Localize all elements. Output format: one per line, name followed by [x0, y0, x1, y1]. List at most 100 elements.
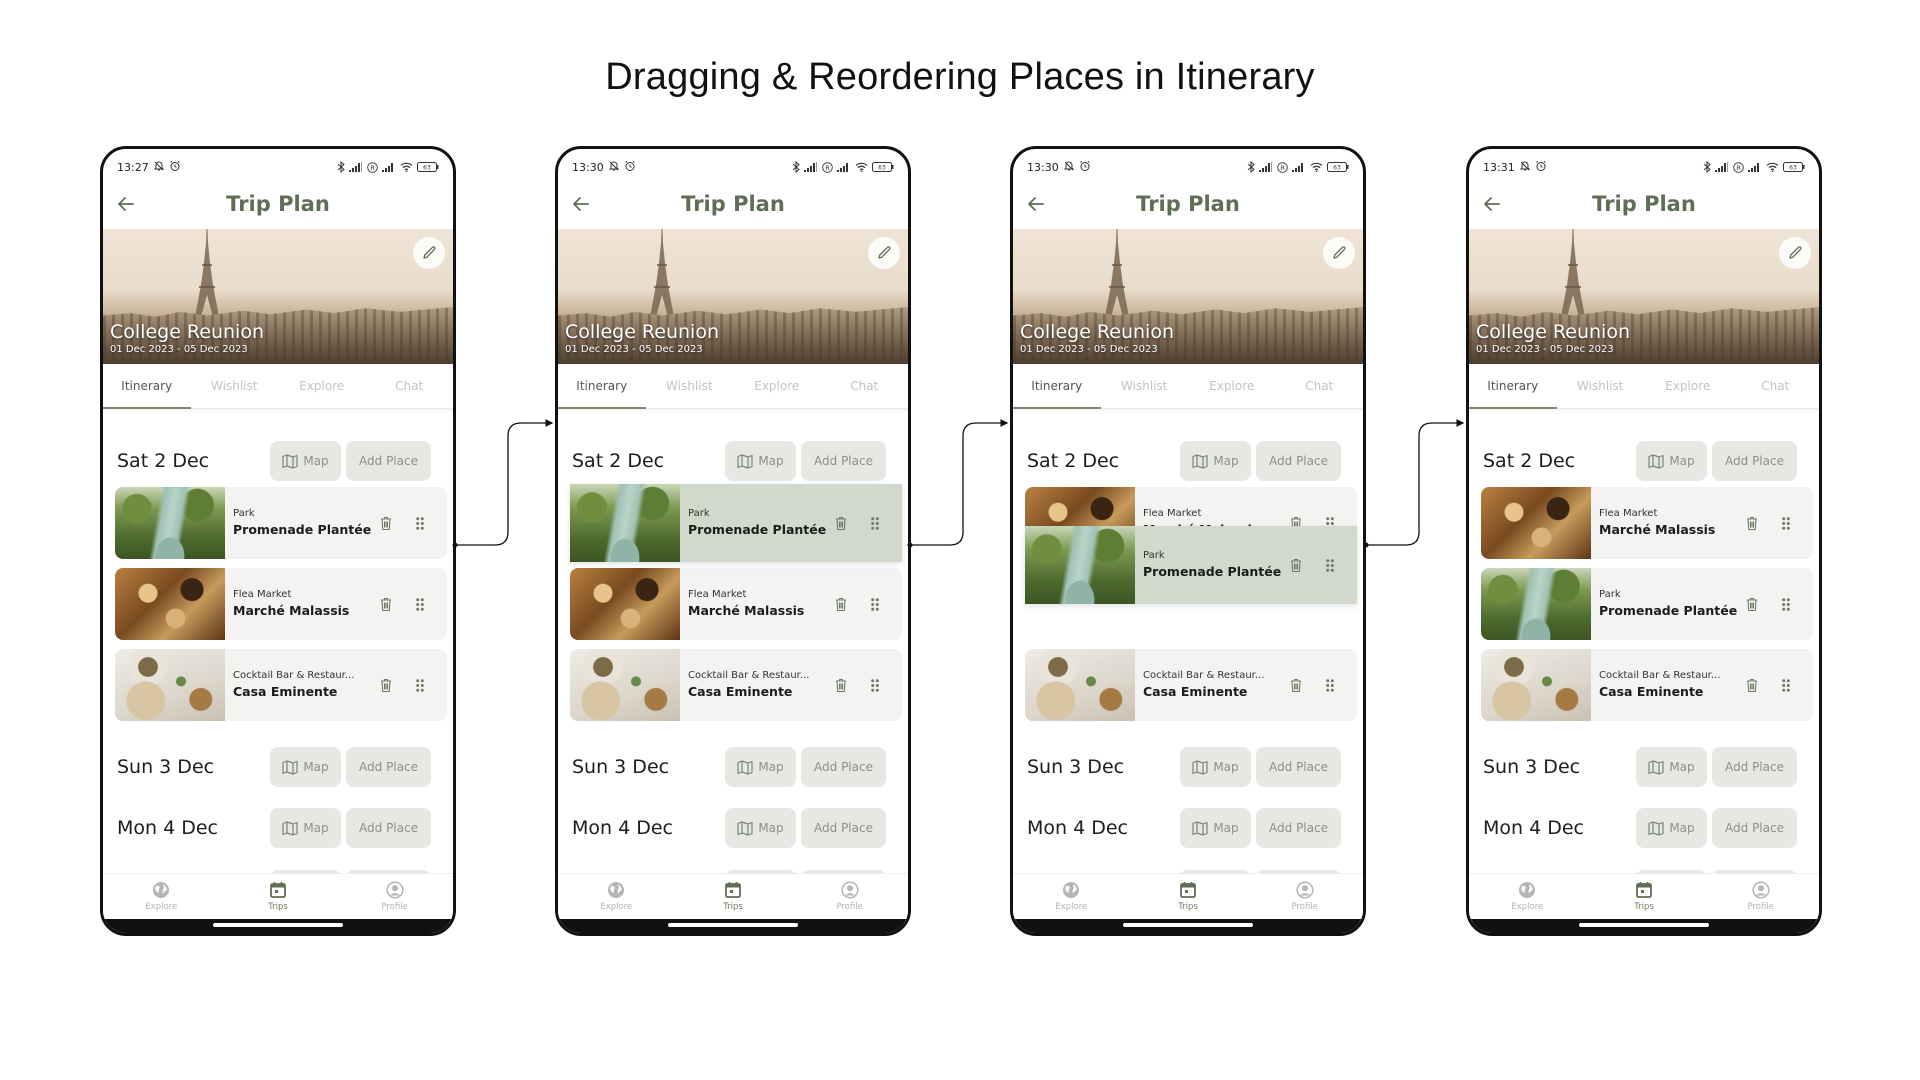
tab-itinerary[interactable]: Itinerary: [1469, 364, 1557, 409]
map-button[interactable]: Map: [725, 808, 796, 848]
tab-wishlist[interactable]: Wishlist: [1557, 364, 1645, 408]
place-card[interactable]: Cocktail Bar & Restaur... Casa Eminente: [570, 649, 902, 721]
add-place-button[interactable]: Add Place: [801, 808, 886, 848]
place-card[interactable]: Park Promenade Plantée: [115, 487, 447, 559]
tab-itinerary[interactable]: Itinerary: [103, 364, 191, 409]
tab-wishlist[interactable]: Wishlist: [646, 364, 734, 408]
nav-profile[interactable]: Profile: [1702, 874, 1819, 919]
delete-place-button[interactable]: [1745, 677, 1759, 693]
drag-handle[interactable]: [413, 596, 427, 612]
edit-trip-button[interactable]: [1323, 237, 1355, 269]
tab-chat[interactable]: Chat: [366, 364, 454, 408]
nav-trips[interactable]: Trips: [1130, 874, 1247, 919]
tab-explore[interactable]: Explore: [1644, 364, 1732, 408]
add-place-button[interactable]: Add Place: [1712, 808, 1797, 848]
map-button[interactable]: Map: [725, 441, 796, 481]
map-button[interactable]: Map: [1180, 441, 1251, 481]
nav-trips[interactable]: Trips: [220, 874, 337, 919]
edit-trip-button[interactable]: [868, 237, 900, 269]
nav-explore[interactable]: Explore: [103, 874, 220, 919]
tab-itinerary[interactable]: Itinerary: [1013, 364, 1101, 409]
trip-dates: 01 Dec 2023 - 05 Dec 2023: [1020, 344, 1158, 355]
delete-place-button[interactable]: [834, 515, 848, 531]
add-place-button[interactable]: Add Place: [346, 441, 431, 481]
place-card[interactable]: Cocktail Bar & Restaur... Casa Eminente: [1481, 649, 1813, 721]
place-card[interactable]: Cocktail Bar & Restaur... Casa Eminente: [115, 649, 447, 721]
map-button[interactable]: Map: [270, 808, 341, 848]
map-button[interactable]: Map: [1180, 747, 1251, 787]
nav-trips[interactable]: Trips: [1586, 874, 1703, 919]
delete-place-button[interactable]: [1289, 677, 1303, 693]
place-card[interactable]: Cocktail Bar & Restaur... Casa Eminente: [1025, 649, 1357, 721]
back-button[interactable]: [1025, 193, 1047, 215]
delete-place-button[interactable]: [1745, 596, 1759, 612]
add-place-button[interactable]: Add Place: [1256, 747, 1341, 787]
drag-handle[interactable]: [413, 515, 427, 531]
drag-handle[interactable]: [868, 515, 882, 531]
tab-itinerary[interactable]: Itinerary: [558, 364, 646, 409]
map-button[interactable]: Map: [725, 747, 796, 787]
add-place-button[interactable]: Add Place: [1256, 808, 1341, 848]
tab-chat[interactable]: Chat: [1732, 364, 1820, 408]
edit-trip-button[interactable]: [413, 237, 445, 269]
map-button[interactable]: Map: [1180, 808, 1251, 848]
bluetooth-icon: [1247, 161, 1255, 173]
place-card[interactable]: Flea Market Marché Malassis: [115, 568, 447, 640]
delete-place-button[interactable]: [379, 677, 393, 693]
add-place-button[interactable]: Add Place: [346, 808, 431, 848]
delete-place-button[interactable]: [379, 515, 393, 531]
add-place-button[interactable]: Add Place: [801, 441, 886, 481]
back-button[interactable]: [1481, 193, 1503, 215]
tab-wishlist[interactable]: Wishlist: [191, 364, 279, 408]
place-category: Cocktail Bar & Restaur...: [688, 670, 810, 681]
place-name: Casa Eminente: [688, 684, 793, 699]
delete-place-button[interactable]: [834, 677, 848, 693]
delete-place-button[interactable]: [834, 596, 848, 612]
tab-explore[interactable]: Explore: [278, 364, 366, 408]
tab-chat[interactable]: Chat: [1276, 364, 1364, 408]
drag-handle[interactable]: [868, 677, 882, 693]
svg-text:63: 63: [1789, 165, 1797, 172]
map-button[interactable]: Map: [1636, 747, 1707, 787]
add-place-button[interactable]: Add Place: [1712, 747, 1797, 787]
roaming-icon: R: [1733, 161, 1744, 173]
delete-place-button[interactable]: [1289, 557, 1303, 573]
delete-place-button[interactable]: [1745, 515, 1759, 531]
drag-handle[interactable]: [1323, 557, 1337, 573]
edit-trip-button[interactable]: [1779, 237, 1811, 269]
nav-trips[interactable]: Trips: [675, 874, 792, 919]
place-card[interactable]: Flea Market Marché Malassis: [570, 568, 902, 640]
tab-chat[interactable]: Chat: [821, 364, 909, 408]
map-button[interactable]: Map: [1636, 808, 1707, 848]
back-button[interactable]: [115, 193, 137, 215]
place-card[interactable]: Park Promenade Plantée: [1481, 568, 1813, 640]
drag-handle[interactable]: [413, 677, 427, 693]
nav-explore[interactable]: Explore: [1013, 874, 1130, 919]
add-place-button[interactable]: Add Place: [346, 747, 431, 787]
nav-profile[interactable]: Profile: [791, 874, 908, 919]
drag-handle[interactable]: [1323, 677, 1337, 693]
nav-explore[interactable]: Explore: [1469, 874, 1586, 919]
nav-explore[interactable]: Explore: [558, 874, 675, 919]
place-card[interactable]: Flea Market Marché Malassis: [1481, 487, 1813, 559]
add-place-button[interactable]: Add Place: [801, 747, 886, 787]
map-button[interactable]: Map: [270, 747, 341, 787]
tab-explore[interactable]: Explore: [1188, 364, 1276, 408]
nav-profile[interactable]: Profile: [1246, 874, 1363, 919]
map-button[interactable]: Map: [1636, 441, 1707, 481]
tab-explore[interactable]: Explore: [733, 364, 821, 408]
add-place-button[interactable]: Add Place: [1256, 441, 1341, 481]
place-card-dragging[interactable]: Park Promenade Plantée: [570, 484, 902, 562]
header-title: Trip Plan: [681, 192, 785, 216]
delete-place-button[interactable]: [379, 596, 393, 612]
map-button[interactable]: Map: [270, 441, 341, 481]
drag-handle[interactable]: [1779, 596, 1793, 612]
nav-profile[interactable]: Profile: [336, 874, 453, 919]
drag-handle[interactable]: [868, 596, 882, 612]
tab-wishlist[interactable]: Wishlist: [1101, 364, 1189, 408]
drag-handle[interactable]: [1779, 677, 1793, 693]
drag-handle[interactable]: [1779, 515, 1793, 531]
add-place-button[interactable]: Add Place: [1712, 441, 1797, 481]
place-card-dragging[interactable]: Park Promenade Plantée: [1025, 526, 1357, 604]
back-button[interactable]: [570, 193, 592, 215]
